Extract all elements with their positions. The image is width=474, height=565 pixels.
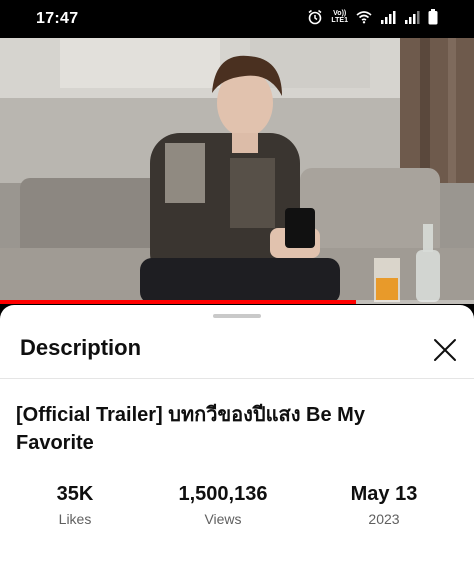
wifi-icon (356, 10, 372, 24)
stat-likes: 35K Likes (5, 481, 145, 529)
volte-bottom-text: LTE1 (331, 17, 348, 24)
views-label: Views (204, 511, 242, 527)
likes-value: 35K (56, 483, 94, 505)
date-value: May 13 (350, 483, 418, 505)
video-title: [Official Trailer] บทกวีของปีแสง Be My F… (16, 404, 365, 454)
likes-label: Likes (58, 511, 92, 527)
volte-top-text: Vo)) (333, 10, 347, 17)
status-icons: Vo)) LTE1 (307, 9, 438, 25)
year-label: 2023 (368, 511, 400, 527)
video-player[interactable] (0, 38, 474, 304)
divider (0, 378, 474, 379)
drag-handle[interactable] (213, 314, 261, 318)
video-progress-fill (0, 300, 356, 304)
sheet-title: Description (20, 335, 142, 360)
signal-icon-2 (404, 10, 420, 24)
views-value: 1,500,136 (178, 483, 268, 505)
stat-views: 1,500,136 Views (153, 481, 293, 529)
signal-icon (380, 10, 396, 24)
video-progress-bar[interactable] (0, 300, 474, 304)
battery-icon (428, 9, 438, 25)
video-frame (0, 38, 474, 304)
status-bar: 17:47 Vo)) LTE1 (0, 0, 474, 38)
stat-date: May 13 2023 (314, 481, 454, 529)
alarm-icon (307, 9, 323, 25)
description-sheet: Description [Official Trailer] บทกวีของป… (0, 305, 474, 565)
volte-icon: Vo)) LTE1 (331, 10, 348, 24)
close-icon (430, 339, 460, 369)
close-button[interactable] (430, 335, 460, 365)
status-time: 17:47 (36, 10, 79, 27)
